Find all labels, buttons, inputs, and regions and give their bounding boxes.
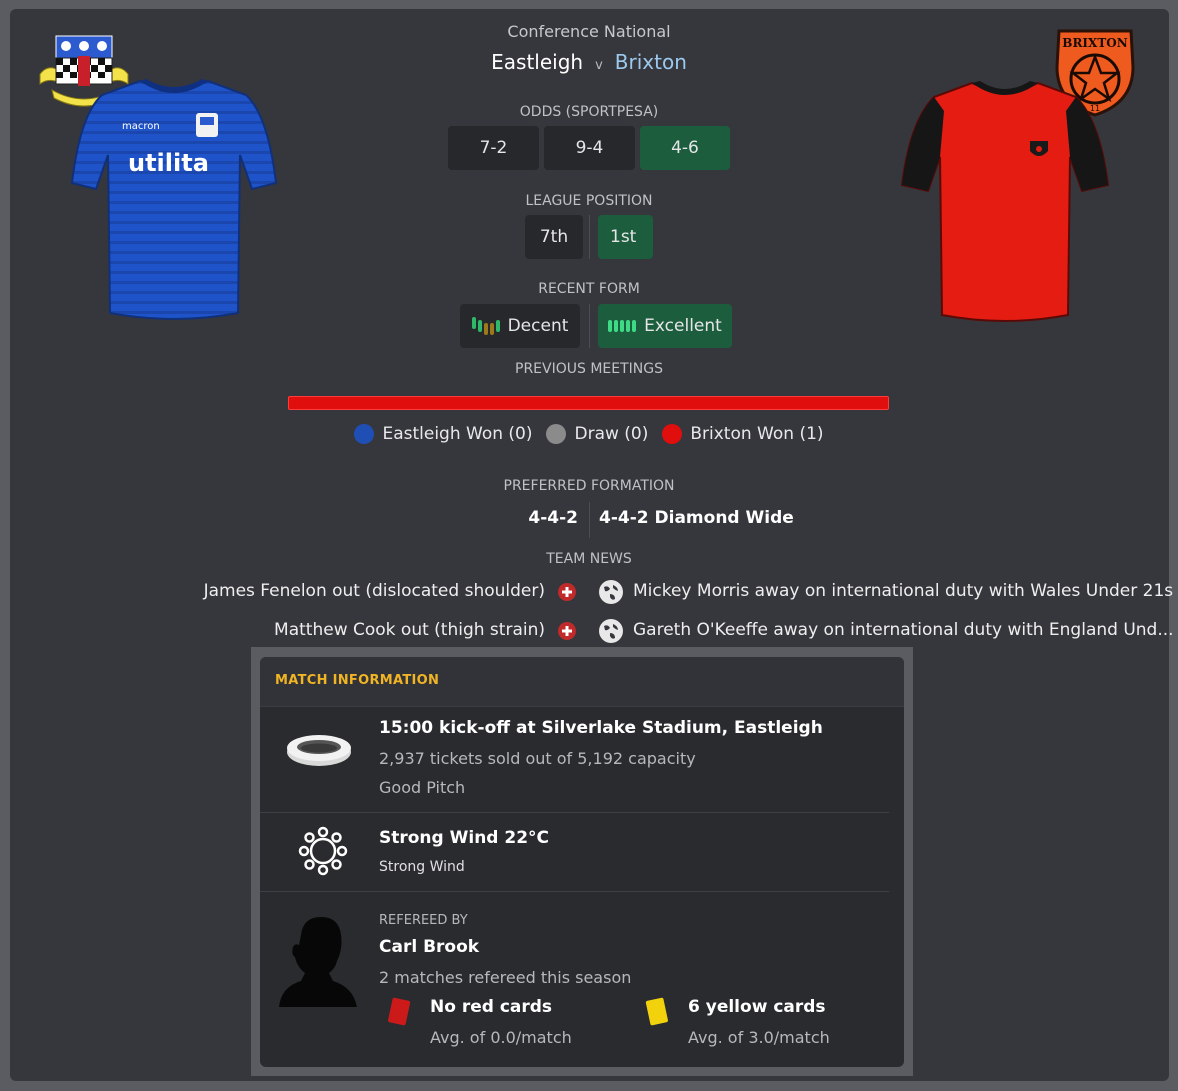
previous-meetings-label: PREVIOUS MEETINGS [515, 361, 663, 377]
venue-kickoff[interactable]: 15:00 kick-off at Silverlake Stadium, Ea… [379, 718, 823, 738]
preferred-formation-label: PREFERRED FORMATION [503, 478, 675, 494]
team-news-label: TEAM NEWS [546, 551, 632, 567]
wind-weather-icon [298, 826, 348, 876]
red-card-icon [388, 997, 411, 1026]
divider [260, 812, 889, 813]
away-team-name[interactable]: Brixton [615, 50, 687, 74]
form-bars-icon [608, 320, 637, 332]
yellow-cards-average: Avg. of 3.0/match [688, 1028, 830, 1047]
yellow-card-icon [645, 997, 668, 1026]
away-won-text: Brixton Won (1) [690, 424, 824, 444]
team-news-away-item[interactable]: Mickey Morris away on international duty… [633, 581, 1173, 601]
form-bars-icon [471, 317, 500, 335]
team-news-home-item[interactable]: Matthew Cook out (thigh strain) [274, 620, 545, 640]
refereed-by-label: REFEREED BY [379, 913, 468, 928]
league-position-away[interactable]: 1st [598, 215, 653, 259]
injury-icon [558, 622, 576, 640]
draw-dot-icon [546, 424, 567, 444]
home-won-dot-icon [354, 424, 375, 444]
previous-meetings-legend: Eastleigh Won (0) Draw (0) Brixton Won (… [0, 424, 1178, 444]
weather-main[interactable]: Strong Wind 22°C [379, 828, 549, 848]
league-position-label: LEAGUE POSITION [525, 193, 653, 209]
divider [589, 502, 590, 538]
match-title: Eastleigh v Brixton [0, 50, 1178, 74]
recent-form-away[interactable]: Excellent [598, 304, 732, 348]
team-news-away-item[interactable]: Gareth O'Keeffe away on international du… [633, 620, 1174, 640]
venue-pitch: Good Pitch [379, 778, 466, 797]
referee-name[interactable]: Carl Brook [379, 937, 479, 957]
away-won-dot-icon [662, 424, 683, 444]
home-won-text: Eastleigh Won (0) [382, 424, 533, 444]
team-news-home-item[interactable]: James Fenelon out (dislocated shoulder) [204, 581, 545, 601]
divider [589, 215, 590, 259]
globe-icon [599, 619, 623, 643]
draw-text: Draw (0) [574, 424, 649, 444]
odds-home[interactable]: 7-2 [448, 126, 539, 170]
competition-name[interactable]: Conference National [0, 22, 1178, 41]
venue-tickets: 2,937 tickets sold out of 5,192 capacity [379, 749, 696, 768]
svg-text:macron: macron [122, 121, 160, 132]
match-information-title: MATCH INFORMATION [275, 673, 440, 688]
recent-form-away-text: Excellent [644, 316, 722, 336]
odds-draw[interactable]: 9-4 [544, 126, 635, 170]
formation-home[interactable]: 4-4-2 [400, 508, 578, 528]
formation-away[interactable]: 4-4-2 Diamond Wide [599, 508, 794, 528]
yellow-cards-count: 6 yellow cards [688, 997, 826, 1017]
red-cards-average: Avg. of 0.0/match [430, 1028, 572, 1047]
divider [589, 304, 590, 348]
weather-sub: Strong Wind [379, 859, 465, 875]
odds-label: ODDS (SPORTPESA) [519, 104, 659, 120]
svg-text:utilita: utilita [128, 149, 209, 177]
home-team-name[interactable]: Eastleigh [491, 50, 583, 74]
divider [260, 891, 889, 892]
stadium-icon [287, 735, 351, 766]
odds-away[interactable]: 4-6 [640, 126, 730, 170]
globe-icon [599, 580, 623, 604]
recent-form-label: RECENT FORM [538, 281, 640, 297]
recent-form-home[interactable]: Decent [460, 304, 580, 348]
recent-form-home-text: Decent [507, 316, 569, 336]
referee-matches: 2 matches refereed this season [379, 968, 632, 987]
injury-icon [558, 583, 576, 601]
previous-meetings-bar[interactable] [288, 396, 889, 410]
referee-silhouette-icon [279, 917, 357, 1007]
red-cards-count: No red cards [430, 997, 553, 1017]
league-position-home[interactable]: 7th [525, 215, 583, 259]
versus-label: v [595, 58, 603, 73]
